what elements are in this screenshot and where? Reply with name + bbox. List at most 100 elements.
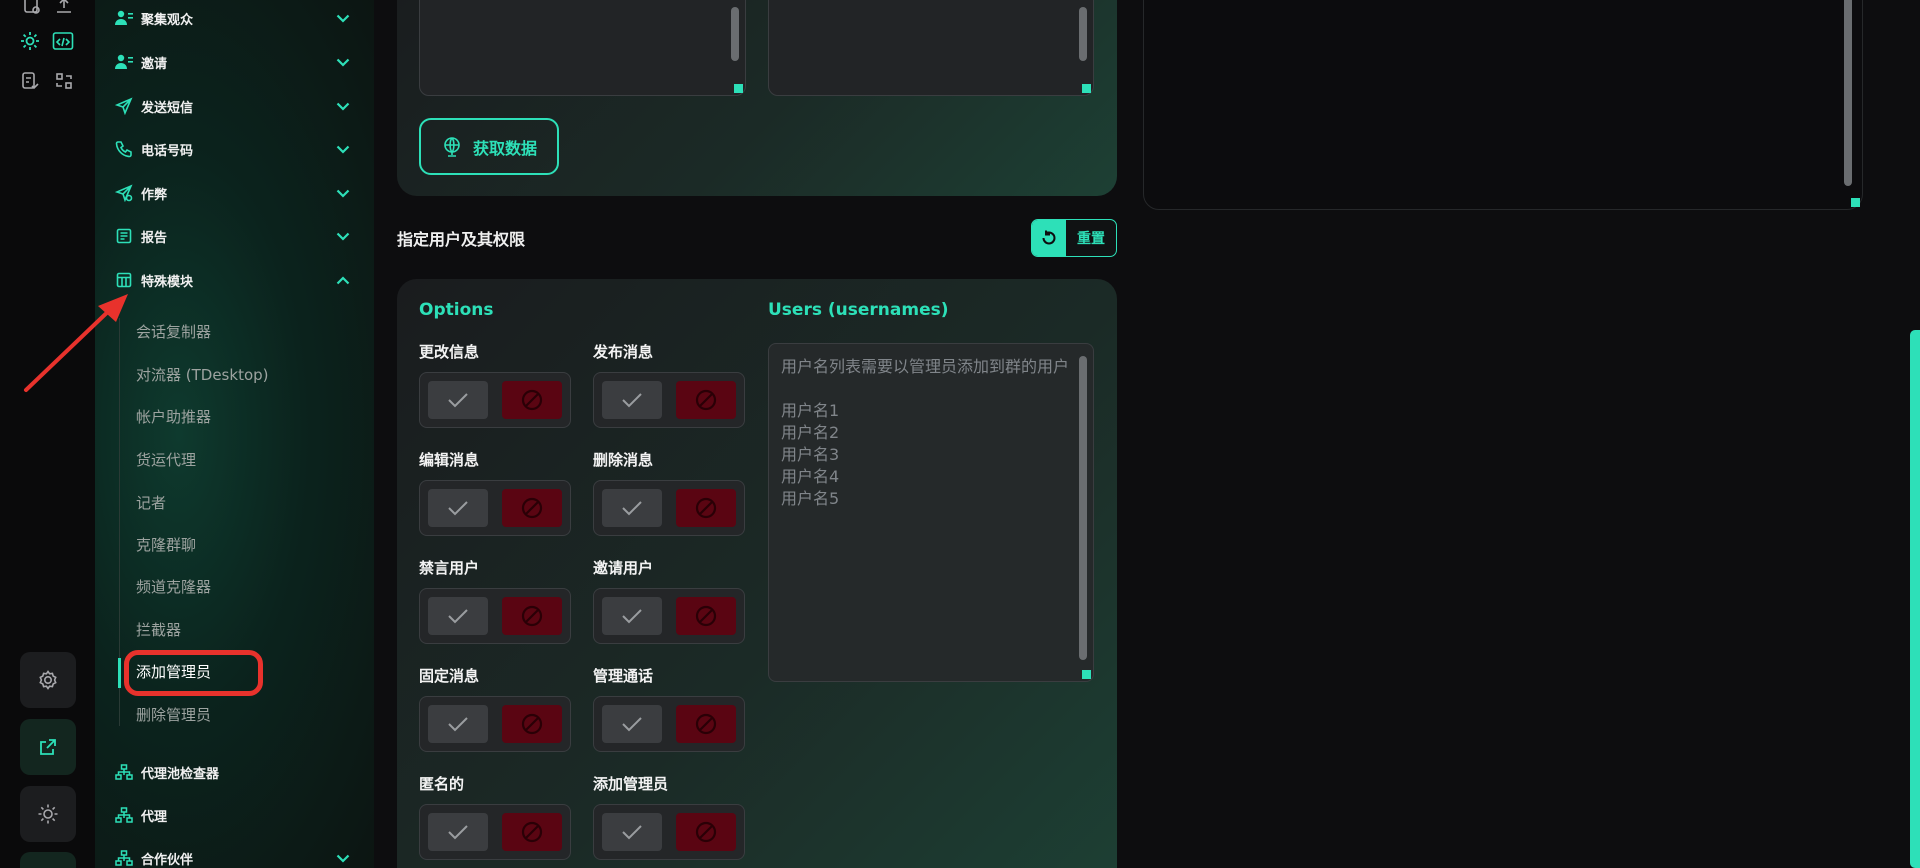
app-root: 聚集观众 邀请 发送短信 电话号码 作弊 报告 特殊模块 会话复制器 对流器 (… [0, 0, 1920, 868]
ban-icon [695, 497, 717, 519]
submenu-item-interceptor[interactable]: 拦截器 [136, 619, 181, 640]
settings-button[interactable] [20, 652, 76, 708]
tasks-icon[interactable] [20, 0, 44, 18]
deny-button[interactable] [502, 381, 562, 419]
top-textarea-left[interactable] [419, 0, 746, 96]
nav-group-phone-numbers[interactable]: 电话号码 [95, 137, 374, 161]
ban-icon [521, 389, 543, 411]
nav-group-proxy[interactable]: 代理 [95, 803, 374, 827]
resize-handle[interactable] [734, 84, 743, 93]
ban-icon [521, 713, 543, 735]
resize-handle[interactable] [1851, 198, 1860, 207]
code-window-icon[interactable] [51, 29, 75, 53]
bottom-rail-button[interactable] [20, 852, 76, 868]
nav-group-gather-audience[interactable]: 聚集观众 [95, 6, 374, 30]
allow-button[interactable] [428, 489, 488, 527]
resize-handle[interactable] [1082, 670, 1091, 679]
check-icon [622, 393, 642, 408]
nav-group-label: 报告 [141, 230, 168, 246]
deny-button[interactable] [676, 705, 736, 743]
open-external-button[interactable] [20, 719, 76, 775]
perm-label-manage-calls: 管理通话 [593, 667, 654, 685]
pointer-arrow-annotation [24, 294, 128, 392]
submenu-item-remove-admin[interactable]: 删除管理员 [136, 704, 211, 725]
usernames-placeholder: 用户名列表需要以管理员添加到群的用户 用户名1 用户名2 用户名3 用户名4 用… [781, 357, 1070, 508]
users-icon [115, 53, 133, 71]
page-scrollbar[interactable] [1910, 330, 1920, 868]
fetch-data-button[interactable]: 获取数据 [419, 118, 559, 175]
nav-group-label: 作弊 [141, 187, 168, 203]
allow-button[interactable] [602, 705, 662, 743]
allow-button[interactable] [428, 813, 488, 851]
chevron-down-icon [335, 98, 351, 114]
reset-label: 重置 [1077, 231, 1105, 247]
deny-button[interactable] [502, 813, 562, 851]
nav-group-proxy-pool-checker[interactable]: 代理池检查器 [95, 760, 374, 784]
allow-button[interactable] [602, 381, 662, 419]
check-icon [622, 609, 642, 624]
nav-group-send-sms[interactable]: 发送短信 [95, 94, 374, 118]
submenu-item-convector[interactable]: 对流器 (TDesktop) [136, 364, 269, 385]
network-icon [115, 849, 133, 867]
allow-button[interactable] [602, 813, 662, 851]
check-icon [448, 393, 468, 408]
deny-button[interactable] [676, 489, 736, 527]
deny-button[interactable] [502, 597, 562, 635]
checklist-icon[interactable] [18, 69, 42, 93]
scrollbar[interactable] [1079, 356, 1087, 660]
submenu-item-clone-group[interactable]: 克隆群聊 [136, 534, 196, 555]
resize-handle[interactable] [1082, 84, 1091, 93]
theme-toggle-button[interactable] [20, 786, 76, 842]
chevron-up-icon [335, 272, 351, 288]
check-icon [448, 717, 468, 732]
allow-button[interactable] [428, 705, 488, 743]
perm-label-add-admins: 添加管理员 [593, 775, 669, 793]
allow-button[interactable] [602, 489, 662, 527]
allow-button[interactable] [602, 597, 662, 635]
submenu-item-reporter[interactable]: 记者 [136, 492, 166, 513]
deny-button[interactable] [676, 381, 736, 419]
settings-icon [39, 670, 57, 690]
submenu-item-session-copier[interactable]: 会话复制器 [136, 321, 211, 342]
perm-label-delete-messages: 删除消息 [593, 451, 654, 469]
output-panel[interactable] [1143, 0, 1863, 210]
check-icon [448, 609, 468, 624]
nav-group-label: 发送短信 [141, 100, 194, 116]
nav-group-label: 邀请 [141, 56, 168, 72]
allow-button[interactable] [428, 381, 488, 419]
top-textarea-right[interactable] [768, 0, 1094, 96]
deny-button[interactable] [676, 597, 736, 635]
deny-button[interactable] [502, 705, 562, 743]
nav-group-cheat[interactable]: 作弊 [95, 181, 374, 205]
perm-label-change-info: 更改信息 [419, 343, 480, 361]
scrollbar[interactable] [731, 7, 739, 61]
send-settings-icon [115, 184, 133, 202]
scrollbar[interactable] [1079, 7, 1087, 61]
reset-button[interactable]: 重置 [1031, 219, 1117, 257]
allow-button[interactable] [428, 597, 488, 635]
nav-group-report[interactable]: 报告 [95, 224, 374, 248]
highlight-annotation [124, 650, 263, 696]
submenu-item-account-booster[interactable]: 帐户助推器 [136, 406, 211, 427]
usernames-textarea[interactable]: 用户名列表需要以管理员添加到群的用户 用户名1 用户名2 用户名3 用户名4 用… [768, 343, 1094, 682]
gear-icon[interactable] [18, 29, 42, 53]
ban-icon [695, 713, 717, 735]
nav-group-partners[interactable]: 合作伙伴 [95, 846, 374, 868]
perm-label-post-messages: 发布消息 [593, 343, 654, 361]
nav-group-special-modules[interactable]: 特殊模块 [95, 268, 374, 292]
deny-button[interactable] [676, 813, 736, 851]
ban-icon [521, 605, 543, 627]
swap-icon[interactable] [52, 69, 76, 93]
submenu-item-forwarder[interactable]: 货运代理 [136, 449, 196, 470]
perm-label-edit-messages: 编辑消息 [419, 451, 480, 469]
scrollbar[interactable] [1844, 0, 1852, 186]
upload-icon[interactable] [52, 0, 76, 18]
chevron-down-icon [335, 850, 351, 866]
users-heading: Users (usernames) [768, 300, 949, 320]
check-icon [622, 501, 642, 516]
fetch-data-label: 获取数据 [472, 138, 537, 158]
submenu-item-channel-cloner[interactable]: 频道克隆器 [136, 576, 211, 597]
deny-button[interactable] [502, 489, 562, 527]
nav-group-label: 代理 [141, 809, 168, 825]
nav-group-invite[interactable]: 邀请 [95, 50, 374, 74]
